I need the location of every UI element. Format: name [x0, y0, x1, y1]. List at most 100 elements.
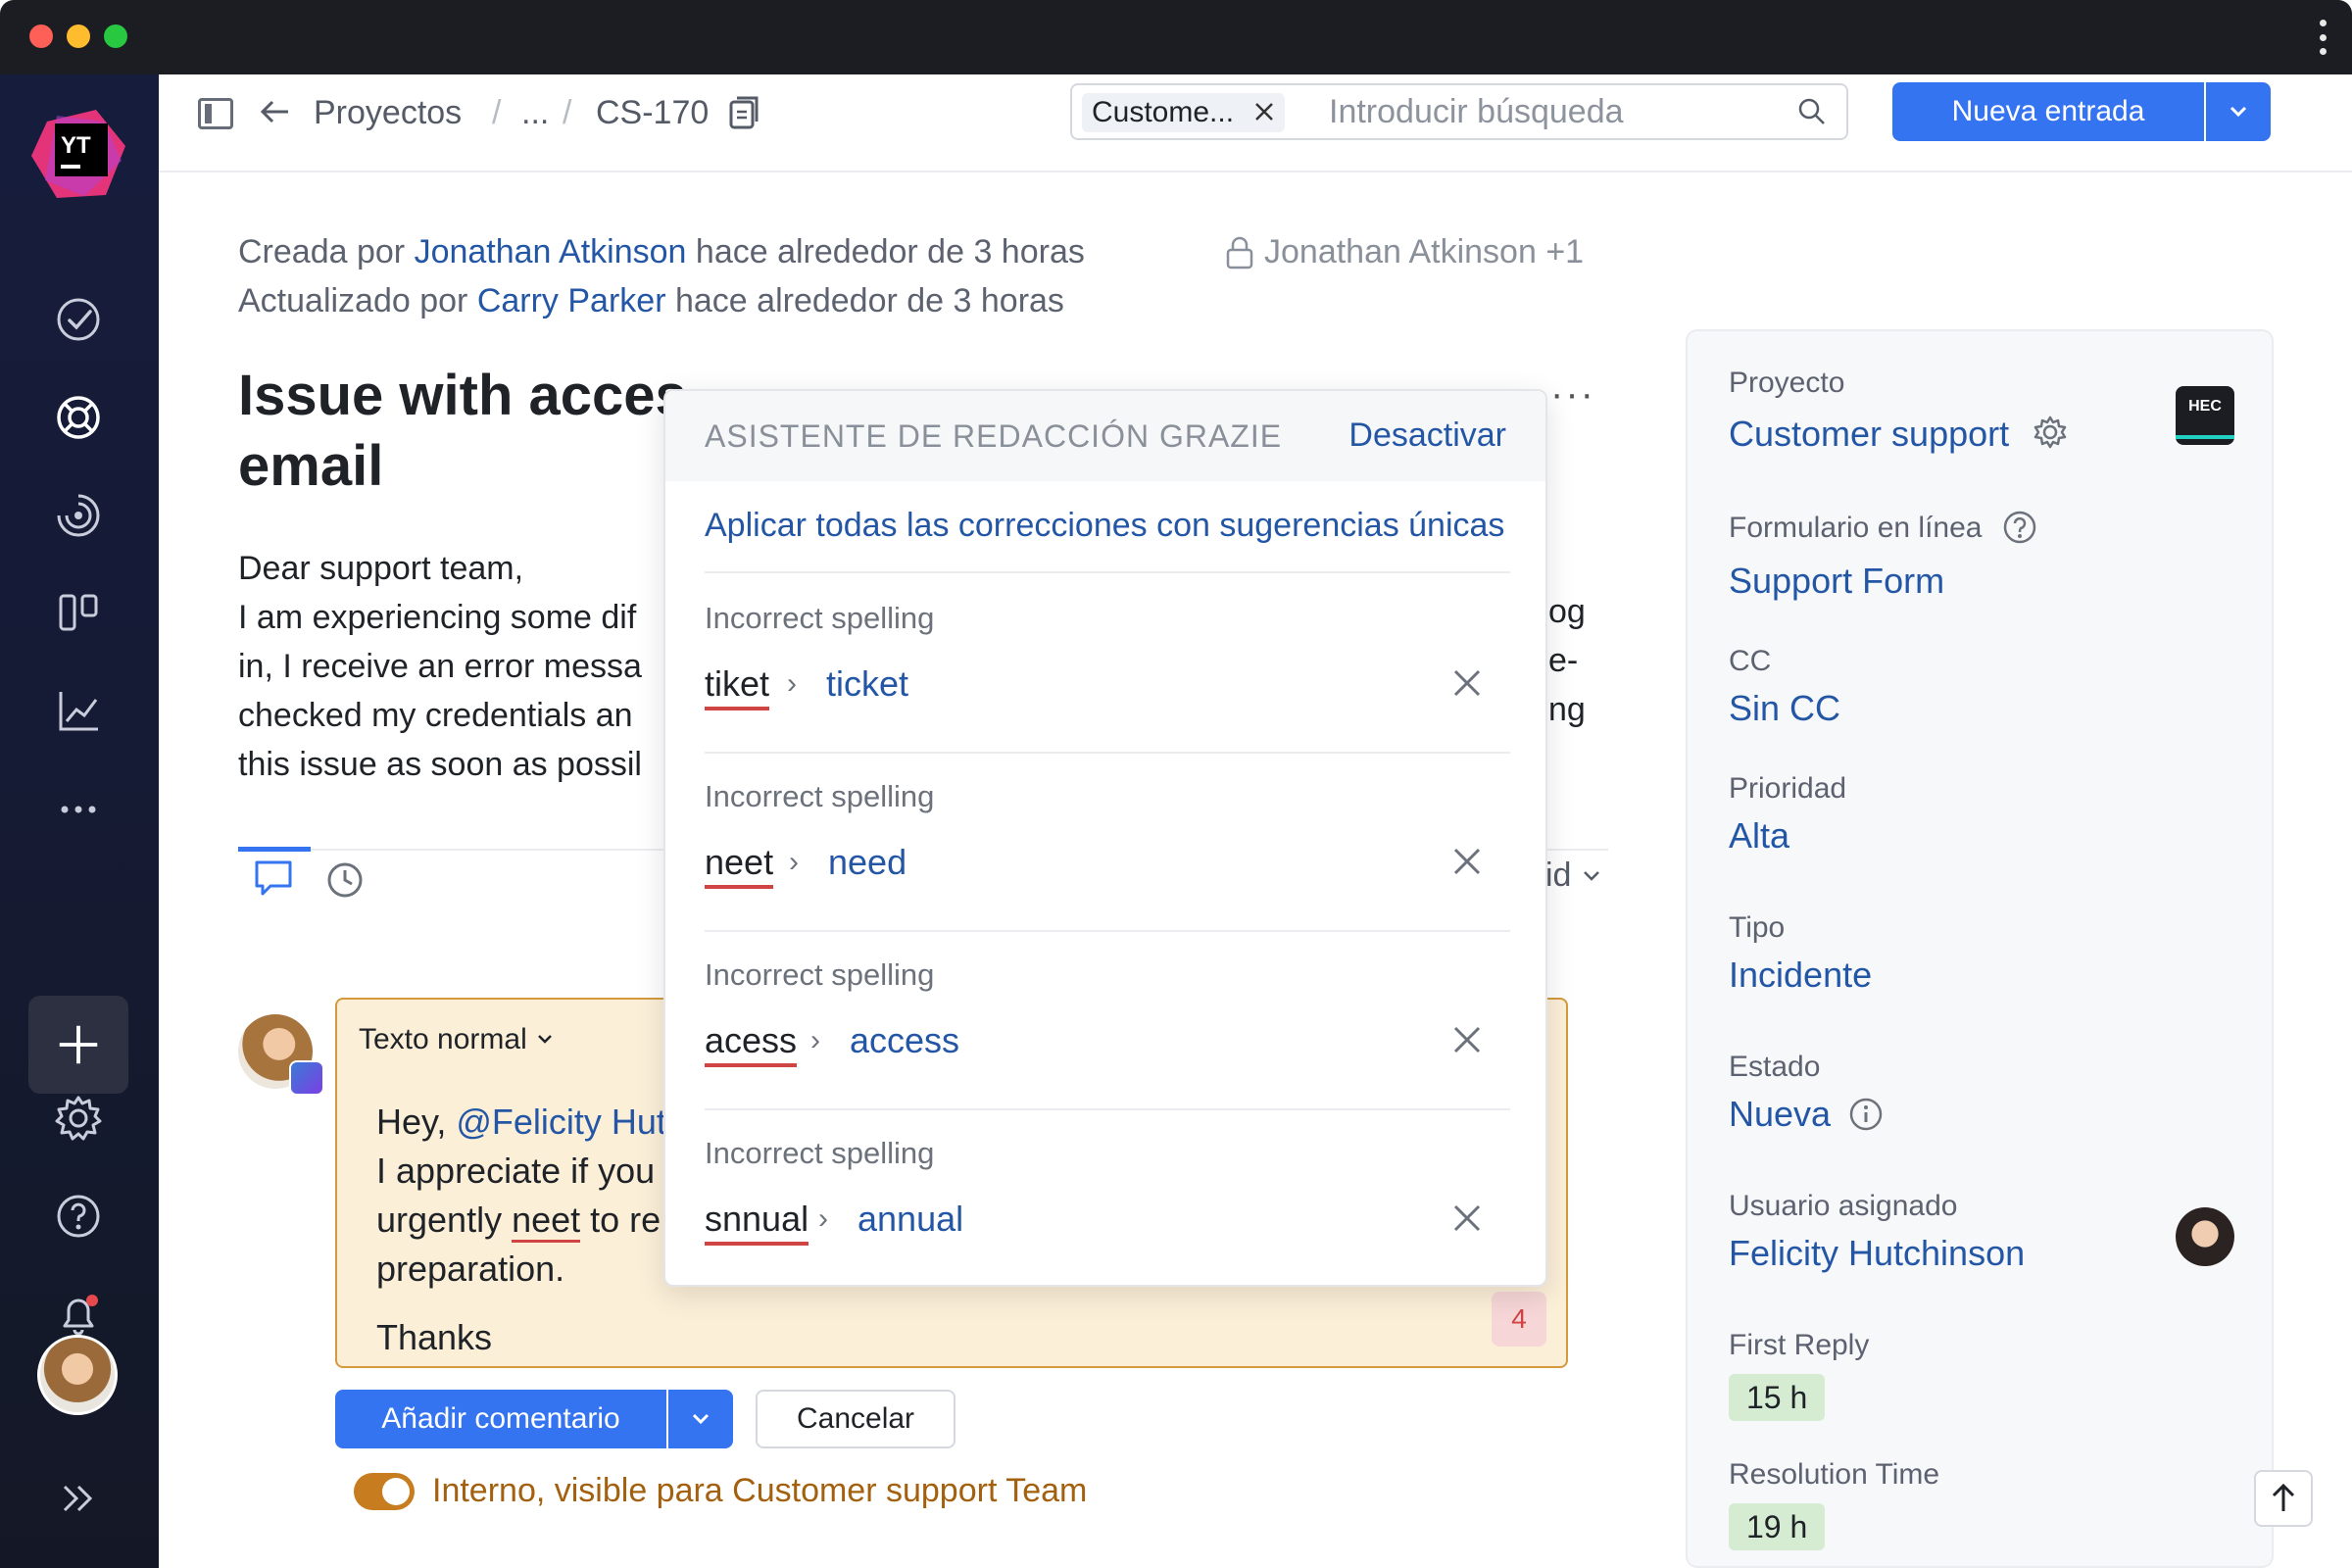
suggestion-label: Incorrect spelling — [705, 957, 935, 992]
suggestion-correction[interactable]: need — [828, 842, 906, 883]
maximize-window-button[interactable] — [104, 24, 127, 48]
grazie-title: ASISTENTE DE REDACCIÓN GRAZIE — [705, 418, 1283, 454]
text-style-dropdown[interactable]: Texto normal — [359, 1023, 555, 1056]
boards-icon[interactable] — [44, 579, 113, 648]
search-field[interactable]: Custome... Introducir búsqueda — [1070, 83, 1848, 140]
updated-time: hace alrededor de 3 horas — [674, 282, 1064, 319]
description-line: this issue as soon as possil — [238, 746, 642, 783]
visibility-label: Jonathan Atkinson +1 — [1264, 233, 1585, 270]
issue-description: Dear support team, I am experiencing som… — [238, 544, 642, 789]
search-filter-chip[interactable]: Custome... — [1082, 93, 1286, 133]
project-value[interactable]: Customer support — [1729, 414, 2068, 455]
activity-sort-dropdown[interactable]: id — [1545, 857, 1602, 895]
chevron-right-icon: › — [810, 1024, 820, 1056]
internal-visibility-label: Interno, visible para Customer support T… — [432, 1472, 1088, 1509]
suggestion-label: Incorrect spelling — [705, 601, 935, 635]
info-icon[interactable] — [1848, 1097, 1884, 1132]
comment-line: preparation. — [376, 1249, 565, 1289]
search-icon[interactable] — [1797, 97, 1827, 131]
breadcrumb-ellipsis[interactable]: ... — [521, 94, 549, 132]
visibility-info[interactable]: Jonathan Atkinson +1 — [1225, 233, 1584, 271]
updated-by-link[interactable]: Carry Parker — [477, 282, 666, 319]
issue-title[interactable]: Issue with acces — [238, 361, 699, 431]
grammar-issues-badge[interactable]: 4 — [1492, 1292, 1546, 1347]
created-by-link[interactable]: Jonathan Atkinson — [415, 233, 687, 270]
resolution-label: Resolution Time — [1729, 1458, 1940, 1491]
gear-icon[interactable] — [2033, 415, 2068, 450]
form-value[interactable]: Support Form — [1729, 561, 1944, 602]
issue-details-panel: Proyecto Customer support HEC Formulario… — [1686, 329, 2274, 1568]
suggestion-wrong-word: acess — [705, 1020, 798, 1067]
chevron-down-icon — [2230, 106, 2247, 118]
assignee-value[interactable]: Felicity Hutchinson — [1729, 1233, 2025, 1274]
comment-text[interactable]: Hey, @Felicity Hut I appreciate if you u… — [376, 1098, 666, 1362]
toggle-sidebar-icon[interactable] — [198, 98, 233, 129]
back-arrow-icon[interactable] — [257, 94, 292, 134]
close-icon[interactable] — [1253, 94, 1275, 133]
mention-link[interactable]: @Felicity Hut — [456, 1102, 666, 1142]
history-tab-icon[interactable] — [325, 860, 365, 905]
priority-value[interactable]: Alta — [1729, 815, 1789, 857]
internal-visibility-toggle[interactable] — [354, 1473, 415, 1510]
new-entry-button[interactable]: Nueva entrada — [1892, 82, 2204, 141]
expand-icon[interactable] — [44, 1464, 113, 1533]
add-button[interactable] — [28, 996, 128, 1094]
search-chip-label: Custome... — [1092, 96, 1235, 128]
description-line: in, I receive an error messa — [238, 648, 642, 685]
cc-value[interactable]: Sin CC — [1729, 688, 1840, 729]
form-label-text: Formulario en línea — [1729, 512, 1983, 544]
new-entry-dropdown-button[interactable] — [2206, 82, 2271, 141]
add-comment-dropdown-button[interactable] — [668, 1390, 733, 1448]
settings-icon[interactable] — [44, 1084, 113, 1152]
dismiss-icon[interactable] — [1447, 663, 1487, 703]
comments-tab-icon[interactable] — [253, 858, 294, 903]
activity-sort-label: id — [1545, 857, 1572, 894]
state-name: Nueva — [1729, 1094, 1832, 1134]
suggestion-label: Incorrect spelling — [705, 1136, 935, 1170]
description-line: checked my credentials an — [238, 697, 633, 734]
updated-prefix: Actualizado por — [238, 282, 468, 319]
breadcrumb-issue-id[interactable]: CS-170 — [596, 94, 709, 132]
helpdesk-icon[interactable] — [44, 383, 113, 452]
grazie-deactivate-link[interactable]: Desactivar — [1348, 416, 1506, 455]
suggestion-correction[interactable]: access — [850, 1020, 959, 1061]
scroll-to-top-button[interactable] — [2254, 1470, 2313, 1527]
suggestion-correction[interactable]: ticket — [826, 663, 908, 705]
add-icon — [59, 1025, 98, 1064]
tasks-icon[interactable] — [44, 285, 113, 354]
add-comment-button[interactable]: Añadir comentario — [335, 1390, 666, 1448]
cancel-button[interactable]: Cancelar — [756, 1390, 956, 1448]
project-logo: HEC — [2176, 386, 2234, 445]
top-bar: Proyectos / ... / CS-170 Custome... Intr… — [159, 74, 2352, 172]
close-window-button[interactable] — [29, 24, 53, 48]
dismiss-icon[interactable] — [1447, 1020, 1487, 1059]
misspelled-word[interactable]: neet — [512, 1200, 581, 1243]
avatar[interactable] — [37, 1335, 118, 1415]
help-icon[interactable] — [44, 1182, 113, 1250]
issue-title-continued[interactable]: email — [238, 431, 383, 502]
project-label: Proyecto — [1729, 367, 1845, 399]
type-value[interactable]: Incidente — [1729, 955, 1872, 996]
suggestion-correction[interactable]: annual — [858, 1199, 963, 1240]
grazie-writing-assistant-popup: ASISTENTE DE REDACCIÓN GRAZIE Desactivar… — [663, 389, 1547, 1287]
comment-line: I appreciate if you — [376, 1151, 656, 1191]
chevron-down-icon — [692, 1413, 710, 1425]
window-titlebar — [0, 0, 2352, 74]
breadcrumb-projects[interactable]: Proyectos — [314, 94, 462, 132]
arrow-up-icon — [2272, 1483, 2295, 1511]
reports-icon[interactable] — [44, 677, 113, 746]
window-menu-icon[interactable] — [2319, 20, 2327, 55]
more-icon[interactable] — [44, 775, 113, 844]
youtrack-logo[interactable]: YT — [27, 102, 129, 204]
more-actions-icon[interactable]: ··· — [1550, 372, 1595, 416]
activity-icon[interactable] — [44, 481, 113, 550]
copy-icon[interactable] — [727, 92, 762, 136]
dismiss-icon[interactable] — [1447, 842, 1487, 881]
help-icon[interactable] — [2002, 510, 2037, 545]
dismiss-icon[interactable] — [1447, 1199, 1487, 1238]
apply-all-corrections-link[interactable]: Aplicar todas las correcciones con suger… — [705, 507, 1504, 545]
chevron-down-icon — [1584, 871, 1599, 881]
state-value[interactable]: Nueva — [1729, 1094, 1884, 1135]
minimize-window-button[interactable] — [67, 24, 90, 48]
search-placeholder: Introducir búsqueda — [1329, 93, 1624, 130]
